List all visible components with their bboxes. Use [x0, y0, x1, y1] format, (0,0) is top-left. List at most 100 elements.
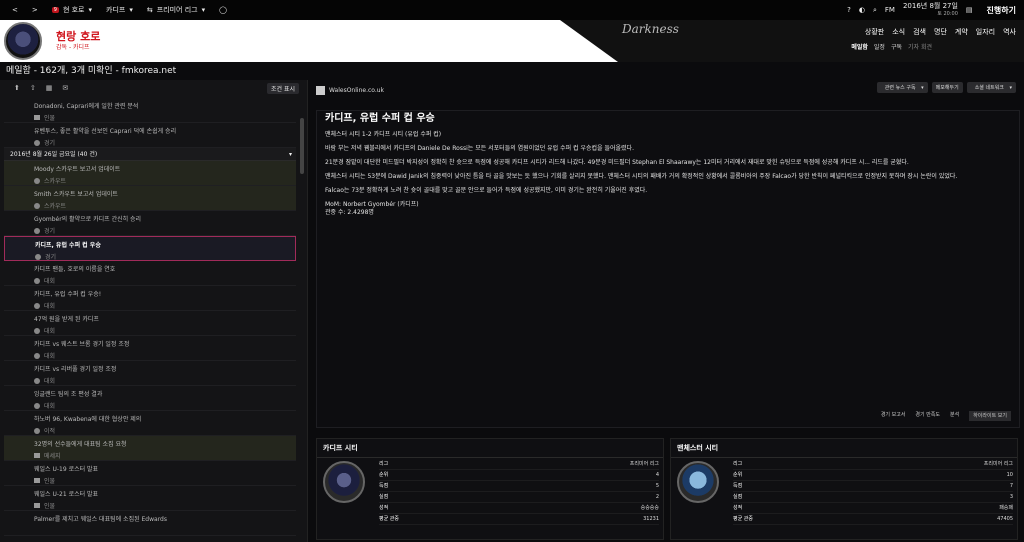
list-item-meta: 대회	[34, 276, 296, 285]
grid-icon[interactable]: ▦	[46, 84, 53, 92]
list-item[interactable]: 47억 원을 받게 된 카디프 대회	[4, 311, 296, 336]
stat-row: 리그 프리미어 리그	[733, 459, 1013, 470]
highlights-button[interactable]: 하이라이트 보기	[969, 411, 1011, 421]
tab-subscriptions[interactable]: 구독	[891, 42, 902, 51]
article-attendance: 관중 수: 2.4298명	[325, 209, 374, 216]
list-item-meta: 스카우트	[34, 201, 296, 210]
stat-label: 평균 관중	[733, 516, 753, 522]
team-menu-label: 카디프	[106, 6, 126, 14]
article-mom: MoM: Norbert Gyombér (카디프)	[325, 201, 419, 208]
list-item-category: 메세지	[44, 453, 61, 460]
list-item-title: 웨일스 U-19 로스터 발표	[34, 466, 99, 473]
social-network-label: 소셜 네트워크	[970, 83, 1008, 93]
back-button[interactable]: <	[12, 6, 18, 14]
analysis-link[interactable]: 분석	[950, 411, 959, 421]
globe-icon[interactable]: ◐	[859, 6, 865, 14]
list-item[interactable]: 카디프 vs 웨스트 브롬 경기 일정 조정 대회	[4, 336, 296, 361]
list-item[interactable]: Donadoni, Caprari에게 일한 관련 분석 인물	[4, 98, 296, 123]
sub-menu: 메일함 일정 구독 기자 회견	[851, 42, 932, 51]
menu-squad[interactable]: 명단	[934, 27, 947, 37]
team-name[interactable]: 카디프 시티	[317, 439, 663, 458]
menu-history[interactable]: 역사	[1003, 27, 1016, 37]
search-icon[interactable]: ⌕	[873, 6, 877, 15]
match-report-link[interactable]: 경기 보고서	[881, 411, 906, 421]
take-note-button[interactable]: 메모해두기	[931, 82, 963, 93]
league-menu[interactable]: ⇆ 프리미어 리그 ▾	[147, 5, 205, 15]
stat-label: 리그	[379, 461, 389, 467]
list-item-title: 카디프, 유럽 수퍼 컵 우승!	[34, 291, 102, 298]
list-item[interactable]: 카디프, 유럽 수퍼 컵 우승! 대회	[4, 286, 296, 311]
list-item-category: 인물	[44, 115, 56, 122]
stat-value: 47405	[997, 516, 1013, 522]
mail-icon[interactable]: ✉	[62, 84, 68, 92]
date-group-label: 2016년 8월 26일 금요일 (40 건)	[10, 151, 98, 158]
list-item[interactable]: 웨일스 U-19 로스터 발표 인물	[4, 461, 296, 486]
list-item-meta: 이적	[34, 426, 296, 435]
message-icon	[34, 115, 40, 120]
list-item-meta: 인물	[34, 501, 296, 510]
list-item-category: 대회	[44, 278, 56, 285]
menu-search[interactable]: 검색	[913, 27, 926, 37]
list-item-category: 경기	[44, 140, 56, 147]
list-item[interactable]: Smith 스카우트 보고서 업데이트 스카우트	[4, 186, 296, 211]
team-menu[interactable]: 카디프 ▾	[106, 5, 133, 15]
refresh-icon[interactable]: ◯	[219, 6, 227, 14]
list-item[interactable]: 카디프 팬들, 호로의 이름을 연호 대회	[4, 261, 296, 286]
collapse-icon[interactable]: ⇧	[30, 84, 36, 92]
forward-button[interactable]: >	[32, 6, 38, 14]
tab-press-conference[interactable]: 기자 회견	[908, 42, 932, 51]
date-group-header[interactable]: 2016년 8월 26일 금요일 (40 건) ▾	[4, 148, 296, 161]
social-network-button[interactable]: 소셜 네트워크 ▾	[966, 82, 1016, 93]
subscribe-news-button[interactable]: 관련 뉴스 구독 ▾	[876, 82, 928, 93]
menu-news[interactable]: 소식	[892, 27, 905, 37]
list-item[interactable]: Moody 스카우트 보고서 업데이트 스카우트	[4, 161, 296, 186]
stat-row: 실점 2	[379, 492, 659, 503]
help-icon[interactable]: ?	[847, 6, 851, 14]
scrollbar[interactable]	[300, 118, 304, 174]
team-name[interactable]: 맨체스터 시티	[671, 439, 1017, 458]
settings-icon[interactable]: ▤	[966, 6, 973, 14]
stat-row: 평균 관중 31231	[379, 514, 659, 525]
current-time: 토 20:00	[937, 11, 958, 17]
list-item[interactable]: 유벤투스, 좋은 활약을 선보인 Caprari 덕에 손쉽게 승리 경기	[4, 123, 296, 148]
list-item[interactable]: 32명의 선수들에게 대표팀 소집 요청 메세지	[4, 436, 296, 461]
club-menu[interactable]: 9현 호로 ▾	[51, 5, 92, 15]
stat-label: 득점	[733, 483, 743, 489]
list-item[interactable]: 카디프 vs 리버풀 경기 일정 조정 대회	[4, 361, 296, 386]
list-item[interactable]: 카디프, 유럽 수퍼 컵 우승 경기	[4, 236, 296, 261]
stat-label: 성적	[733, 505, 743, 511]
list-item-meta: 대회	[34, 376, 296, 385]
proceed-button[interactable]: 진행하기	[987, 5, 1016, 16]
list-item-meta: 스카우트	[34, 176, 296, 185]
stat-label: 순위	[733, 472, 743, 478]
list-item-title: 47억 원을 받게 된 카디프	[34, 316, 99, 323]
club-crest[interactable]	[4, 22, 42, 60]
main-menu: 상황판 소식 검색 명단 계약 일자리 역사	[865, 27, 1016, 37]
menu-jobs[interactable]: 일자리	[976, 27, 995, 37]
stat-value: 3	[1009, 494, 1013, 500]
list-item-title: 잉글랜드 팀의 조 편성 결과	[34, 391, 103, 398]
newspaper-icon	[316, 86, 325, 95]
article-paragraph: Falcao는 73분 정확하게 노려 찬 슛이 골대를 맞고 골문 안으로 들…	[325, 187, 648, 194]
list-item-title: Gyombér의 활약으로 카디프 간신히 승리	[34, 216, 142, 223]
club-header: 현랑 호로 감독 - 카디프 Darkness 상황판 소식 검색 명단 계약 …	[0, 20, 1024, 62]
stat-row: 리그 프리미어 리그	[379, 459, 659, 470]
list-item[interactable]: 웨일스 U-21 로스터 발표 인물	[4, 486, 296, 511]
tab-schedule[interactable]: 일정	[874, 42, 885, 51]
stat-value: 4	[655, 472, 659, 478]
article-paragraph: 21분경 잠밭이 대단한 미드필더 박지성이 정확히 찬 슛으로 득점에 성공해…	[325, 159, 909, 166]
menu-contracts[interactable]: 계약	[955, 27, 968, 37]
list-item[interactable]: Gyombér의 활약으로 카디프 간신히 승리 경기	[4, 211, 296, 236]
match-satisfaction-link[interactable]: 경기 만족도	[915, 411, 940, 421]
list-item-category: 스카우트	[44, 203, 67, 210]
list-item[interactable]: 하노버 96, Kwabena에 대한 협상안 제의 이적	[4, 411, 296, 436]
fm-menu[interactable]: FM	[885, 6, 895, 14]
ball-icon	[34, 177, 40, 184]
sort-up-icon[interactable]: ⬆	[14, 84, 20, 92]
list-item-category: 대회	[44, 403, 56, 410]
filter-button[interactable]: 조건 표시	[267, 82, 299, 94]
list-item[interactable]: 잉글랜드 팀의 조 편성 결과대회	[4, 386, 296, 411]
list-item[interactable]: Palmer를 제치고 웨일스 대표팀에 소집된 Edwards	[4, 511, 296, 536]
tab-inbox[interactable]: 메일함	[851, 42, 868, 51]
menu-overview[interactable]: 상황판	[865, 27, 884, 37]
